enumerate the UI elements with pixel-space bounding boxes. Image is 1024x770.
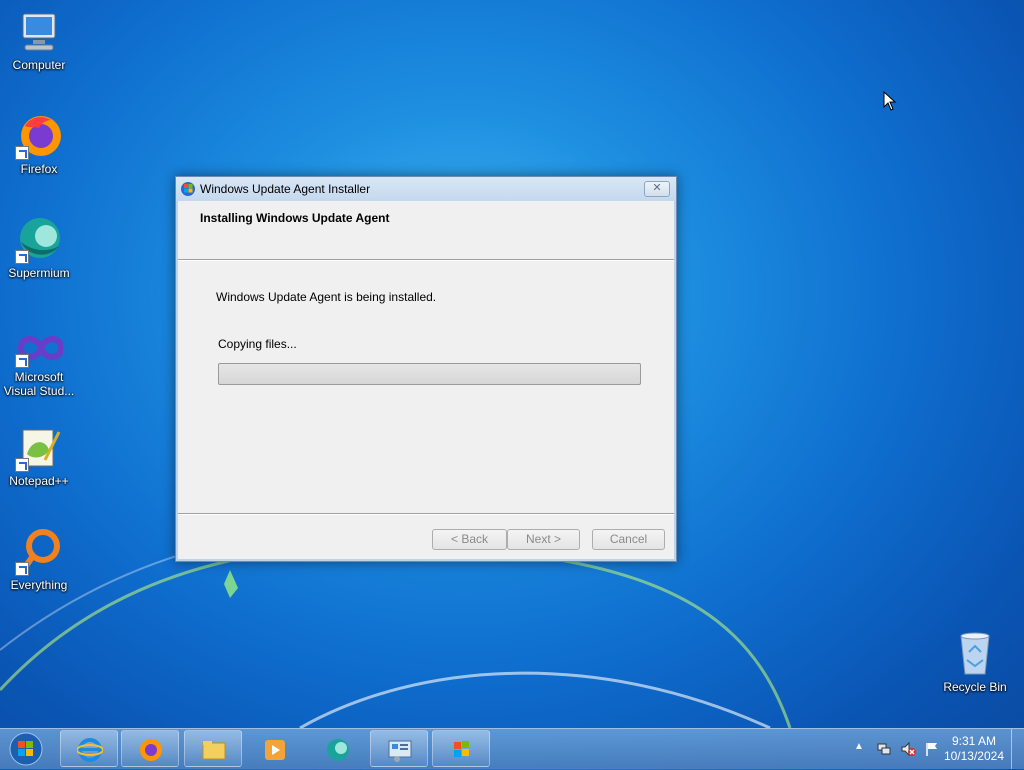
dialog-header: Installing Windows Update Agent (178, 201, 674, 261)
control-panel-icon (388, 740, 412, 762)
desktop-icon-recycle-bin[interactable]: Recycle Bin (937, 630, 1013, 694)
shortcut-arrow-icon (15, 562, 29, 576)
supermium-icon (327, 739, 349, 761)
taskbar-supermium[interactable] (308, 730, 366, 767)
taskbar-file-explorer[interactable] (184, 730, 242, 767)
next-button[interactable]: Next > (507, 529, 580, 550)
recycle-bin-icon (951, 630, 999, 678)
system-tray: ▲ 9:31 AM 10/13/2024 (834, 729, 1024, 769)
notepadpp-icon (15, 424, 63, 472)
shortcut-arrow-icon (15, 146, 29, 160)
progress-bar (218, 363, 641, 385)
volume-muted-icon[interactable] (900, 741, 916, 757)
taskbar-media-player[interactable] (245, 730, 303, 767)
shortcut-arrow-icon (15, 458, 29, 472)
desktop-icon-label: Everything (10, 578, 68, 592)
clock-time: 9:31 AM (951, 734, 996, 748)
dialog-client-area: Installing Windows Update Agent Windows … (178, 201, 674, 559)
desktop-icon-label: Recycle Bin (943, 680, 1007, 694)
taskbar: ▲ 9:31 AM 10/13/2024 (0, 728, 1024, 769)
desktop-icon-label-line2: Visual Stud... (3, 384, 75, 398)
desktop-icon-label: Supermium (8, 266, 70, 280)
visual-studio-icon (15, 328, 65, 368)
action-center-flag-icon[interactable] (924, 741, 940, 757)
supermium-icon (15, 216, 63, 264)
status-message: Windows Update Agent is being installed. (216, 290, 437, 304)
desktop-icon-firefox[interactable]: Firefox (1, 112, 77, 176)
desktop-icon-computer[interactable]: Computer (1, 8, 77, 72)
taskbar-internet-explorer[interactable] (60, 730, 118, 767)
start-button[interactable] (6, 731, 46, 767)
clock-date: 10/13/2024 (943, 749, 1004, 763)
everything-icon (15, 528, 63, 576)
desktop-icon-notepadpp[interactable]: Notepad++ (1, 424, 77, 488)
desktop-icon-supermium[interactable]: Supermium (1, 216, 77, 280)
cancel-button[interactable]: Cancel (592, 529, 665, 550)
progress-label: Copying files... (218, 337, 297, 351)
back-button[interactable]: < Back (432, 529, 507, 550)
file-explorer-icon (202, 741, 226, 760)
desktop-icon-label-line1: Microsoft (14, 370, 64, 384)
mouse-cursor-icon (883, 91, 897, 111)
desktop-icon-visual-studio[interactable]: Microsoft Visual Stud... (1, 328, 77, 398)
close-button[interactable]: ✕ (644, 181, 670, 197)
taskbar-windows-update[interactable] (432, 730, 490, 767)
media-player-icon (265, 740, 285, 760)
taskbar-firefox[interactable] (121, 730, 179, 767)
installer-dialog: Windows Update Agent Installer ✕ Install… (175, 176, 677, 562)
shortcut-arrow-icon (15, 354, 29, 368)
windows-logo-icon (9, 732, 43, 766)
desktop-icon-label: Firefox (20, 162, 58, 176)
show-hidden-icons-icon[interactable]: ▲ (854, 741, 864, 752)
taskbar-control-panel[interactable] (370, 730, 428, 767)
network-icon[interactable] (876, 741, 892, 757)
desktop-icon-label: Computer (12, 58, 66, 72)
dialog-titlebar[interactable]: Windows Update Agent Installer ✕ (176, 177, 676, 201)
firefox-icon (15, 112, 63, 160)
taskbar-clock[interactable]: 9:31 AM 10/13/2024 (944, 734, 1004, 764)
show-desktop-button[interactable] (1011, 729, 1024, 769)
dialog-title: Windows Update Agent Installer (200, 182, 371, 196)
windows-update-icon (181, 182, 195, 196)
footer-separator (178, 513, 674, 515)
windows-update-icon (454, 741, 469, 757)
desktop-icon-label: Notepad++ (9, 474, 69, 488)
computer-icon (15, 8, 63, 56)
desktop-icon-everything[interactable]: Everything (1, 528, 77, 592)
header-title: Installing Windows Update Agent (200, 211, 390, 225)
internet-explorer-icon (77, 738, 103, 762)
firefox-icon (140, 739, 162, 761)
shortcut-arrow-icon (15, 250, 29, 264)
